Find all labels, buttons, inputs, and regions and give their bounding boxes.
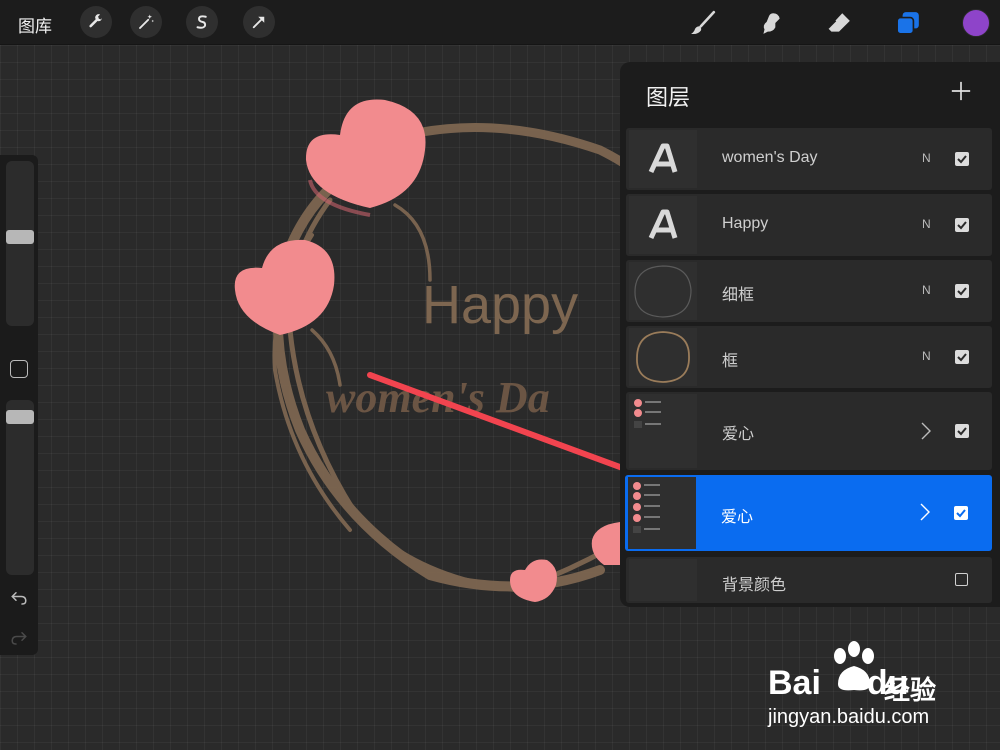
heart-left <box>234 239 335 335</box>
layer-group-row-selected[interactable]: 爱心 <box>625 475 992 551</box>
transform-button[interactable] <box>243 6 275 38</box>
layer-thumbnail <box>629 196 697 254</box>
eraser-icon <box>827 13 850 32</box>
brush-size-handle[interactable] <box>6 230 34 244</box>
heart-top <box>305 99 426 217</box>
blend-mode[interactable]: N <box>922 349 931 363</box>
layer-row[interactable]: 细框 N <box>626 260 992 322</box>
layer-name: 细框 <box>722 287 755 304</box>
check-icon <box>957 287 967 296</box>
check-icon <box>957 221 967 230</box>
adjustments-button[interactable] <box>130 6 162 38</box>
group-thumbnail <box>633 482 660 533</box>
redo-icon[interactable] <box>10 629 28 647</box>
top-toolbar: 图库 <box>0 0 1000 45</box>
actions-button[interactable] <box>80 6 112 38</box>
text-layer-icon <box>648 209 678 240</box>
visibility-checkbox[interactable] <box>955 218 969 232</box>
frame-thumbnail <box>636 331 690 383</box>
layer-thumbnail <box>629 130 697 188</box>
check-icon <box>957 427 967 436</box>
thin-frame-thumbnail <box>634 265 692 318</box>
visibility-checkbox[interactable] <box>955 350 969 364</box>
opacity-handle[interactable] <box>6 410 34 424</box>
brush-icon <box>691 10 716 35</box>
visibility-checkbox[interactable] <box>954 506 968 520</box>
layers-tool[interactable] <box>893 8 923 38</box>
opacity-slider[interactable] <box>6 400 34 575</box>
layer-row[interactable]: 框 N <box>626 326 992 388</box>
layer-name: 框 <box>722 353 739 370</box>
undo-icon[interactable] <box>10 589 28 607</box>
layer-name: 爱心 <box>721 509 754 526</box>
selection-s-icon <box>196 15 207 29</box>
blend-mode[interactable]: N <box>922 283 931 297</box>
check-icon <box>956 509 966 518</box>
layer-thumbnail <box>629 394 697 468</box>
background-color-thumbnail <box>629 559 697 601</box>
layer-thumbnail <box>628 477 696 549</box>
brush-tool[interactable] <box>688 8 718 38</box>
wrench-icon <box>89 14 102 28</box>
visibility-checkbox[interactable] <box>955 284 969 298</box>
smudge-tool[interactable] <box>756 8 786 38</box>
add-layer-icon[interactable] <box>950 80 972 102</box>
selection-button[interactable] <box>186 6 218 38</box>
panel-title: 图层 <box>646 85 691 110</box>
background-color-row[interactable]: 背景颜色 <box>626 557 992 603</box>
eraser-tool[interactable] <box>824 8 854 38</box>
smudge-icon <box>763 13 780 34</box>
move-arrow-icon <box>252 16 265 29</box>
layers-panel: 图层 women's Day N Happy N 细框 N 框 N 爱心 爱心 … <box>620 62 1000 607</box>
blend-mode[interactable]: N <box>922 217 931 231</box>
visibility-checkbox[interactable] <box>955 424 969 438</box>
chevron-right-icon[interactable] <box>919 503 931 521</box>
modify-button[interactable] <box>10 360 28 378</box>
color-swatch[interactable] <box>962 9 990 37</box>
layer-row[interactable]: Happy N <box>626 194 992 256</box>
layer-thumbnail <box>629 328 697 386</box>
happy-text: Happy <box>422 275 578 335</box>
check-icon <box>957 353 967 362</box>
gallery-button[interactable]: 图库 <box>18 12 52 37</box>
visibility-checkbox[interactable] <box>955 152 969 166</box>
layer-name: 爱心 <box>722 426 755 443</box>
layer-name: Happy <box>722 215 769 232</box>
text-layer-icon <box>648 143 678 174</box>
visibility-checkbox[interactable] <box>955 573 968 586</box>
check-icon <box>957 155 967 164</box>
layer-name: women's Day <box>722 149 818 166</box>
layer-thumbnail <box>629 262 697 320</box>
watermark-url: jingyan.baidu.com <box>768 706 930 728</box>
heart-bottom <box>510 559 557 602</box>
layers-icon <box>896 12 919 35</box>
chevron-right-icon[interactable] <box>920 422 932 440</box>
watermark-jingyan: 经验 <box>884 675 937 705</box>
left-sidebar <box>0 155 38 655</box>
blend-mode[interactable]: N <box>922 151 931 165</box>
magic-wand-icon <box>139 14 155 29</box>
layer-group-row[interactable]: 爱心 <box>626 392 992 470</box>
group-thumbnail <box>634 399 661 428</box>
layer-name: 背景颜色 <box>722 577 787 594</box>
layer-row[interactable]: women's Day N <box>626 128 992 190</box>
